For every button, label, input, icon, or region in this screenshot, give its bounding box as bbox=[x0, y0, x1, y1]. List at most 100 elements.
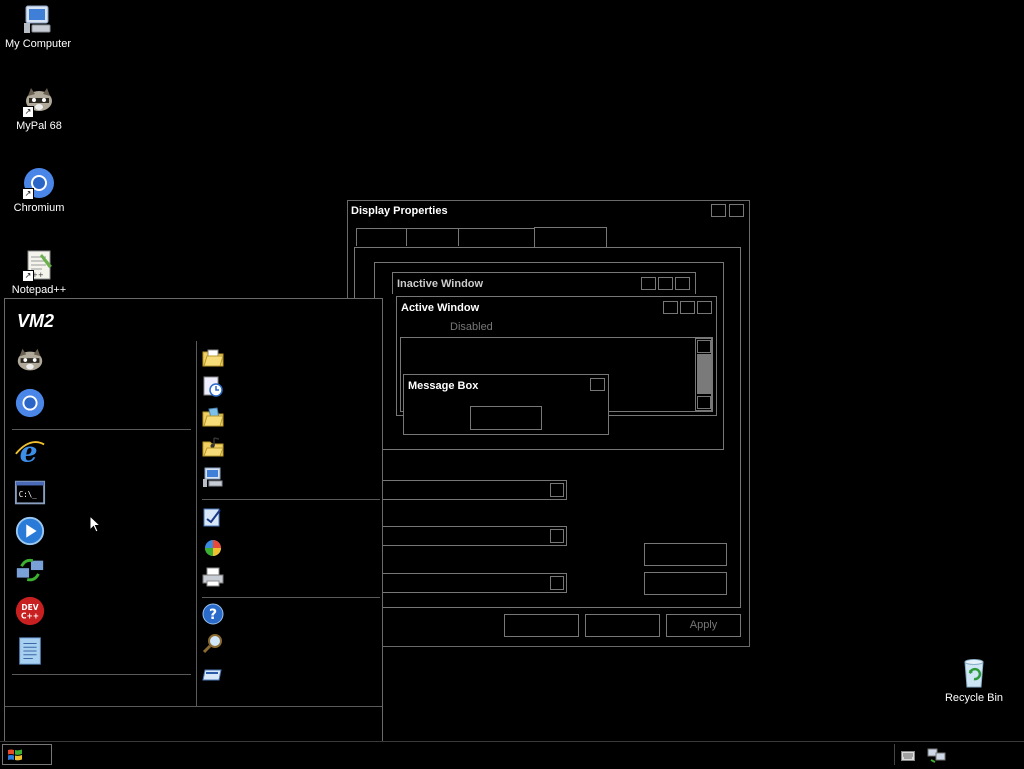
close-button[interactable] bbox=[729, 204, 744, 217]
apply-button[interactable]: Apply bbox=[666, 614, 741, 637]
font-size-select[interactable] bbox=[365, 573, 567, 593]
shortcut-arrow-icon: ↗ bbox=[22, 106, 34, 118]
active-maximize-button bbox=[680, 301, 695, 314]
preview-message-box: Message Box bbox=[403, 374, 609, 435]
dropdown-arrow-icon bbox=[550, 529, 564, 543]
start-item-my-pictures[interactable] bbox=[202, 406, 224, 428]
start-menu: VM2 e C:\_ DEV C++ ? bbox=[4, 298, 383, 743]
user-name: VM2 bbox=[17, 311, 55, 331]
start-item-chromium[interactable] bbox=[14, 387, 46, 419]
pinned-separator bbox=[12, 429, 191, 430]
start-item-help[interactable]: ? bbox=[202, 603, 224, 625]
internet-explorer-icon: e bbox=[15, 434, 45, 468]
windows-and-buttons-select[interactable] bbox=[365, 480, 567, 500]
start-item-transfer-wizard[interactable] bbox=[14, 555, 46, 587]
shortcut-arrow-icon: ↗ bbox=[22, 188, 34, 200]
dropdown-arrow-icon bbox=[550, 576, 564, 590]
music-folder-icon bbox=[202, 437, 224, 457]
start-item-media-player[interactable] bbox=[14, 515, 46, 547]
scroll-thumb bbox=[697, 354, 711, 394]
inactive-close-button bbox=[675, 277, 690, 290]
color-scheme-select[interactable] bbox=[365, 526, 567, 546]
shortcut-arrow-icon: ↗ bbox=[22, 270, 34, 282]
system-tray bbox=[894, 744, 1021, 765]
start-item-control-panel[interactable] bbox=[202, 506, 224, 528]
taskbar bbox=[0, 741, 1024, 769]
svg-text:e: e bbox=[20, 435, 38, 467]
chromium-icon bbox=[15, 388, 45, 418]
start-button[interactable] bbox=[2, 744, 52, 765]
dev-cpp-icon: DEV C++ bbox=[15, 596, 45, 626]
start-item-printers[interactable] bbox=[202, 566, 224, 588]
desktop-icon-label: MyPal 68 bbox=[16, 120, 62, 132]
effects-button[interactable] bbox=[644, 543, 727, 566]
documents-folder-icon bbox=[202, 349, 224, 367]
transfer-wizard-icon bbox=[16, 558, 44, 582]
desktop-icon-notepad-plus-plus[interactable]: ++ ↗ Notepad++ bbox=[1, 248, 77, 296]
message-box-title: Message Box bbox=[408, 380, 479, 392]
inactive-minimize-button bbox=[641, 277, 656, 290]
pictures-folder-icon bbox=[202, 407, 224, 427]
start-item-my-documents[interactable] bbox=[202, 346, 224, 368]
ok-button[interactable] bbox=[504, 614, 579, 637]
tab-screen-saver[interactable] bbox=[458, 228, 535, 246]
notepad-plus-plus-icon: ++ ↗ bbox=[22, 248, 56, 282]
tools-separator bbox=[202, 597, 380, 598]
desktop-icon-recycle-bin[interactable]: Recycle Bin bbox=[936, 656, 1012, 704]
scroll-down-button bbox=[697, 396, 711, 409]
desktop-icon-my-computer[interactable]: My Computer bbox=[0, 2, 76, 50]
start-item-programs[interactable] bbox=[202, 536, 224, 558]
start-item-mypal[interactable] bbox=[14, 345, 46, 377]
advanced-button[interactable] bbox=[644, 572, 727, 595]
active-window-title: Active Window bbox=[401, 302, 480, 314]
all-programs-separator bbox=[12, 674, 191, 675]
network-icon[interactable] bbox=[927, 747, 947, 763]
window-title: Display Properties bbox=[351, 205, 448, 217]
control-panel-icon bbox=[203, 508, 221, 527]
notepad-icon bbox=[19, 637, 41, 665]
raccoon-icon: ↗ bbox=[22, 84, 56, 118]
search-icon bbox=[202, 634, 222, 654]
start-item-search[interactable] bbox=[202, 633, 224, 655]
chromium-icon: ↗ bbox=[22, 166, 56, 200]
windows-logo-icon bbox=[8, 749, 22, 761]
svg-text:C:\_: C:\_ bbox=[19, 490, 38, 499]
svg-text:?: ? bbox=[209, 607, 217, 623]
tab-desktop[interactable] bbox=[406, 228, 459, 246]
preview-inactive-window: Inactive Window bbox=[392, 272, 696, 294]
start-item-internet-explorer[interactable]: e bbox=[14, 434, 46, 468]
preview-scrollbar bbox=[695, 338, 712, 411]
start-item-recent-documents[interactable] bbox=[202, 376, 224, 398]
start-item-command-prompt[interactable]: C:\_ bbox=[14, 477, 46, 509]
tab-themes[interactable] bbox=[356, 228, 407, 246]
raccoon-icon bbox=[17, 348, 43, 371]
cancel-button[interactable] bbox=[585, 614, 660, 637]
inactive-window-title: Inactive Window bbox=[397, 278, 484, 290]
start-item-notepad[interactable] bbox=[14, 635, 46, 667]
start-menu-footer bbox=[5, 707, 382, 741]
desktop-icon-label: Chromium bbox=[13, 202, 65, 214]
all-programs-button[interactable] bbox=[12, 677, 191, 703]
inactive-maximize-button bbox=[658, 277, 673, 290]
run-icon bbox=[202, 669, 222, 681]
start-item-my-computer[interactable] bbox=[202, 466, 224, 488]
keyboard-icon[interactable] bbox=[901, 751, 915, 761]
recycle-bin-icon bbox=[957, 656, 991, 690]
dropdown-arrow-icon bbox=[550, 483, 564, 497]
help-button[interactable] bbox=[711, 204, 726, 217]
message-box-ok-button bbox=[470, 406, 542, 430]
start-item-dev-cpp[interactable]: DEV C++ bbox=[14, 595, 46, 627]
mouse-cursor-icon bbox=[89, 515, 101, 533]
start-item-run[interactable] bbox=[202, 663, 224, 685]
desktop-icon-chromium[interactable]: ↗ Chromium bbox=[1, 166, 77, 214]
desktop-icon-mypal[interactable]: ↗ MyPal 68 bbox=[1, 84, 77, 132]
desktop-icon-label: Recycle Bin bbox=[944, 692, 1004, 704]
desktop-icon-label: Notepad++ bbox=[11, 284, 67, 296]
start-item-my-music[interactable] bbox=[202, 436, 224, 458]
active-minimize-button bbox=[663, 301, 678, 314]
disabled-menu-text: Disabled bbox=[450, 321, 493, 333]
my-computer-icon bbox=[203, 467, 223, 487]
message-box-close-button bbox=[590, 378, 605, 391]
scroll-up-button bbox=[697, 340, 711, 353]
tab-appearance[interactable] bbox=[534, 227, 607, 248]
